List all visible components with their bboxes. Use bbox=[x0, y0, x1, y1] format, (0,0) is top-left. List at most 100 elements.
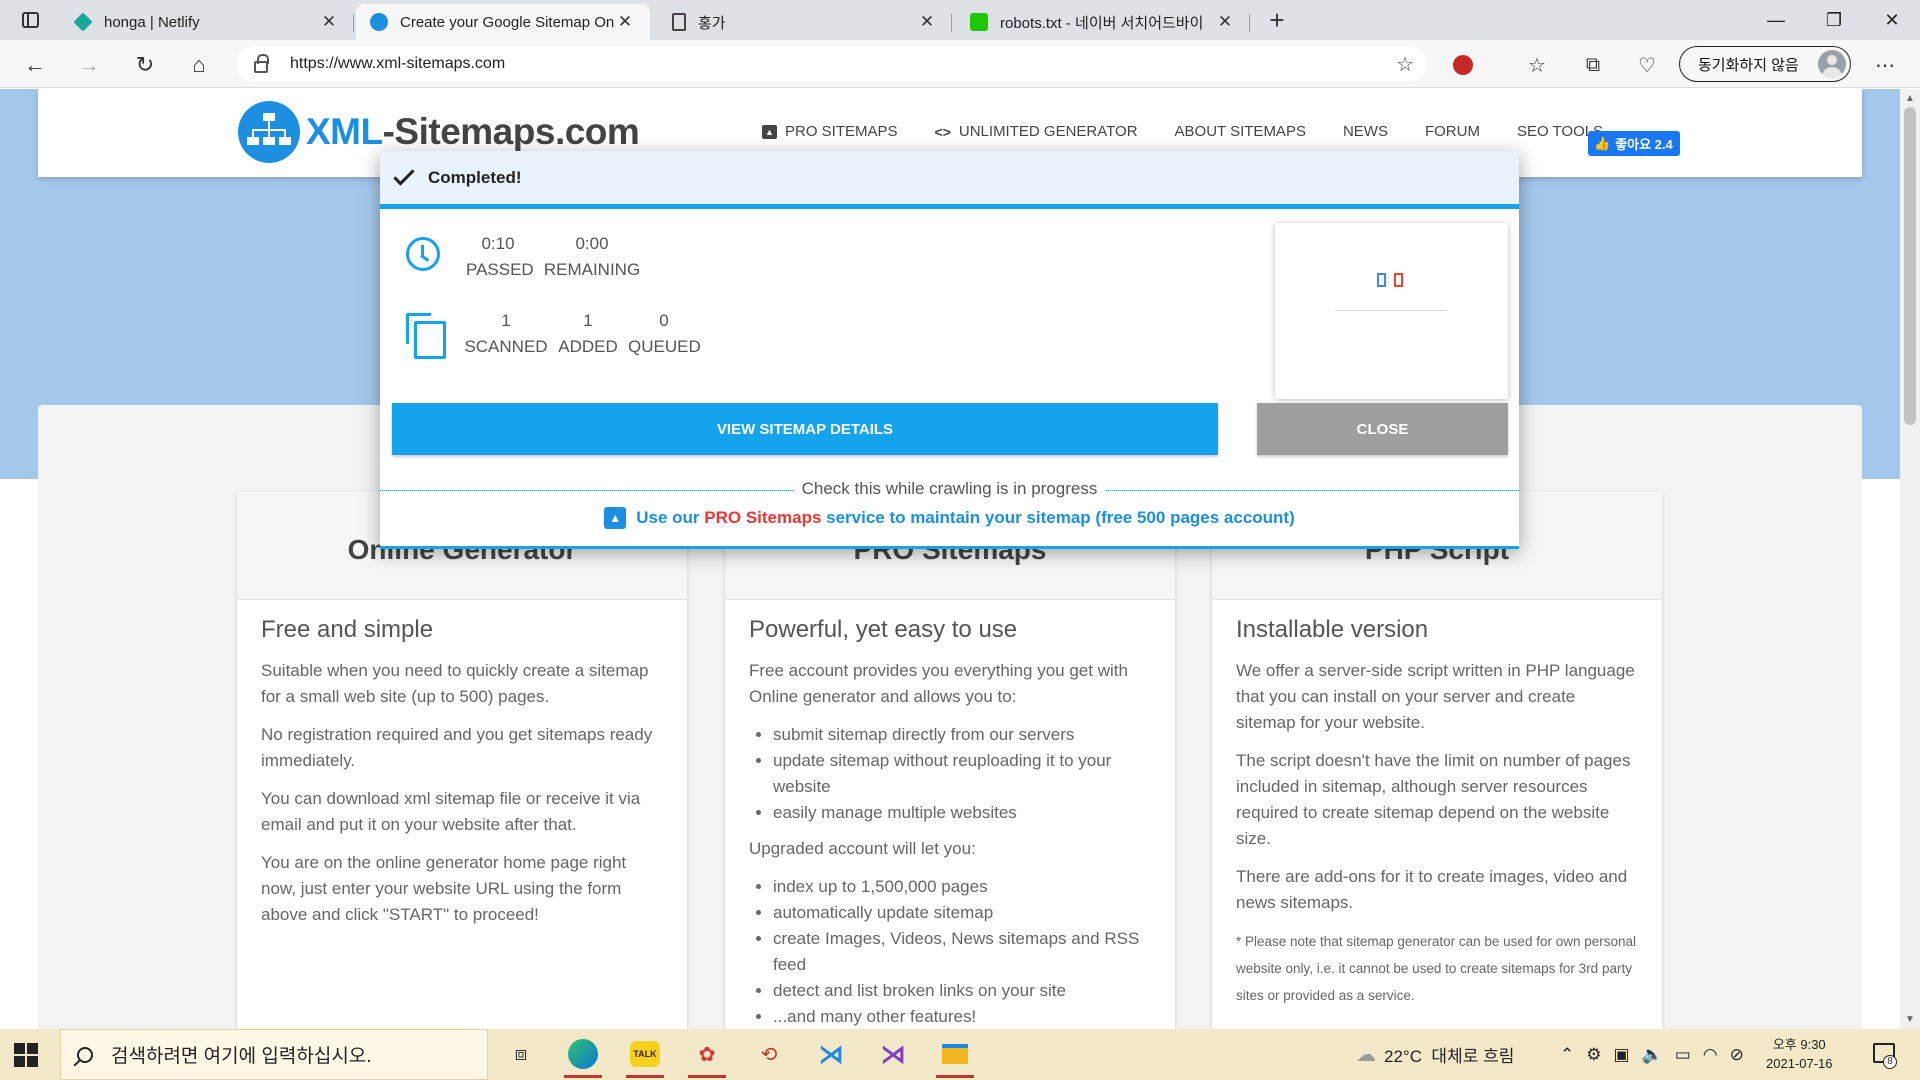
pro-sitemaps-promo-link[interactable]: ▲ Use our PRO Sitemaps service to mainta… bbox=[380, 507, 1519, 529]
list-item: update sitemap without reuploading it to… bbox=[773, 748, 1151, 800]
tab-title: honga | Netlify bbox=[104, 13, 200, 31]
maximize-button[interactable]: ❐ bbox=[1804, 0, 1864, 40]
page-scrollbar[interactable]: ▲ ▼ bbox=[1900, 89, 1920, 1029]
taskbar-clock[interactable]: 오후 9:30 2021-07-16 bbox=[1766, 1035, 1833, 1073]
forward-button[interactable]: → bbox=[72, 48, 106, 82]
tab-title: 홍가 bbox=[698, 14, 726, 32]
tab-xml-sitemaps[interactable]: Create your Google Sitemap Onl ✕ bbox=[356, 4, 650, 40]
list-item: create Images, Videos, News sitemaps and… bbox=[773, 926, 1151, 978]
list-item: submit sitemap directly from our servers bbox=[773, 722, 1151, 748]
wifi-icon[interactable]: ◠ bbox=[1703, 1045, 1718, 1065]
more-menu-icon[interactable]: ⋯ bbox=[1870, 50, 1900, 80]
edge-browser-icon[interactable] bbox=[564, 1035, 602, 1078]
card-paragraph: There are add-ons for it to create image… bbox=[1236, 867, 1628, 912]
list-item: detect and list broken links on your sit… bbox=[773, 978, 1151, 1004]
sync-app-icon[interactable]: ⟲ bbox=[750, 1035, 788, 1073]
scroll-down-icon[interactable]: ▼ bbox=[1905, 1014, 1915, 1025]
upload-icon: ▲ bbox=[762, 124, 777, 139]
profile-label: 동기화하지 않음 bbox=[1698, 56, 1799, 74]
start-button[interactable] bbox=[14, 1043, 38, 1067]
nav-pro-sitemaps[interactable]: ▲ PRO SITEMAPS bbox=[762, 123, 898, 140]
tab-actions-icon bbox=[21, 12, 39, 28]
card-paragraph: The script doesn't have the limit on num… bbox=[1236, 751, 1631, 848]
close-window-button[interactable]: ✕ bbox=[1862, 0, 1920, 40]
clock-icon bbox=[406, 237, 440, 271]
system-tray: ⌃ ⚙ ▣ 🔈 ▭ ◠ ⊘ bbox=[1560, 1029, 1744, 1080]
show-hidden-icons-icon[interactable]: ⌃ bbox=[1560, 1045, 1574, 1065]
visual-studio-icon[interactable]: ⋊ bbox=[874, 1035, 912, 1073]
card-pro-sitemaps: PRO Sitemaps Powerful, yet easy to use F… bbox=[725, 492, 1175, 1029]
crawl-note: Check this while crawling is in progress bbox=[380, 479, 1519, 499]
close-tab-icon[interactable]: ✕ bbox=[916, 12, 938, 32]
list-item: easily manage multiple websites bbox=[773, 800, 1151, 826]
vscode-icon[interactable]: ⋊ bbox=[812, 1035, 850, 1073]
close-tab-icon[interactable]: ✕ bbox=[614, 12, 636, 32]
nav-news[interactable]: NEWS bbox=[1343, 123, 1388, 140]
volume-icon[interactable]: 🔈 bbox=[1642, 1045, 1663, 1065]
url-bar[interactable]: https://www.xml-sitemaps.com ☆ bbox=[236, 46, 1426, 82]
windows-taskbar: 검색하려면 여기에 입력하십시오. ⧈ TALK ✿ ⟲ ⋊ ⋊ ☁ 22°C … bbox=[0, 1029, 1920, 1080]
tab-netlify[interactable]: honga | Netlify ✕ bbox=[60, 4, 354, 40]
xml-sitemaps-icon bbox=[370, 13, 388, 31]
stat-passed: 0:10 PASSED bbox=[466, 234, 534, 279]
tab-actions-button[interactable] bbox=[12, 8, 48, 32]
home-icon: ⌂ bbox=[192, 52, 206, 77]
card-paragraph: Suitable when you need to quickly create… bbox=[261, 661, 649, 706]
back-button[interactable]: ← bbox=[18, 48, 52, 82]
view-sitemap-details-button[interactable]: VIEW SITEMAP DETAILS bbox=[392, 403, 1218, 455]
network-share-icon[interactable]: ⚙ bbox=[1586, 1045, 1601, 1065]
tab-title: Create your Google Sitemap Onl bbox=[400, 13, 614, 31]
do-not-disturb-icon[interactable]: ⊘ bbox=[1730, 1045, 1744, 1065]
card-subtitle: Powerful, yet easy to use bbox=[749, 616, 1018, 643]
add-favorite-icon[interactable]: ☆ bbox=[1396, 52, 1414, 77]
scrollbar-thumb[interactable] bbox=[1904, 107, 1916, 425]
feature-list: submit sitemap directly from our servers… bbox=[773, 722, 1151, 826]
naver-icon bbox=[970, 13, 988, 31]
new-tab-button[interactable]: + bbox=[1262, 6, 1292, 36]
modal-title: Completed! bbox=[428, 167, 522, 187]
display-icon[interactable]: ▣ bbox=[1614, 1045, 1630, 1065]
browser-essentials-icon[interactable]: ♡ bbox=[1632, 50, 1662, 80]
list-item: automatically update sitemap bbox=[773, 900, 1151, 926]
nav-unlimited-generator[interactable]: <> UNLIMITED GENERATOR bbox=[935, 123, 1138, 140]
refresh-button[interactable]: ↻ bbox=[128, 48, 162, 82]
thumbs-up-icon: 👍 bbox=[1594, 135, 1611, 151]
card-paragraph: Upgraded account will let you: bbox=[749, 839, 976, 858]
file-explorer-icon[interactable] bbox=[936, 1035, 974, 1078]
paint-app-icon[interactable]: ✿ bbox=[688, 1035, 726, 1078]
collections-icon[interactable]: ⧉ bbox=[1578, 50, 1608, 80]
card-php-script: PHP Script Installable version We offer … bbox=[1212, 492, 1662, 1029]
close-tab-icon[interactable]: ✕ bbox=[1214, 12, 1236, 32]
task-view-icon[interactable]: ⧈ bbox=[502, 1035, 540, 1073]
close-tab-icon[interactable]: ✕ bbox=[318, 12, 340, 32]
weather-widget[interactable]: ☁ 22°C 대체로 흐림 bbox=[1356, 1029, 1514, 1080]
profile-button[interactable]: 동기화하지 않음 bbox=[1679, 46, 1851, 82]
nav-forum[interactable]: FORUM bbox=[1425, 123, 1480, 140]
card-paragraph: You can download xml sitemap file or rec… bbox=[261, 789, 641, 834]
battery-icon[interactable]: ▭ bbox=[1675, 1045, 1691, 1065]
search-icon bbox=[77, 1046, 93, 1063]
crawl-progress-modal: Completed! 0:10 PASSED 0:00 REMAINING 1 … bbox=[380, 151, 1519, 549]
list-item: ...and many other features! bbox=[773, 1004, 1151, 1029]
web-page: XML-Sitemaps.com ▲ PRO SITEMAPS <> UNLIMIT… bbox=[0, 89, 1900, 1029]
tab-robots[interactable]: robots.txt - 네이버 서치어드바이 ✕ bbox=[956, 4, 1250, 40]
tab-honga[interactable]: 홍가 ✕ bbox=[658, 4, 952, 40]
stat-queued: 0 QUEUED bbox=[628, 311, 701, 356]
home-button[interactable]: ⌂ bbox=[182, 48, 216, 82]
stat-remaining: 0:00 REMAINING bbox=[543, 234, 641, 279]
favorites-icon[interactable]: ☆ bbox=[1522, 50, 1552, 80]
back-arrow-icon: ← bbox=[24, 52, 46, 77]
close-modal-button[interactable]: CLOSE bbox=[1257, 403, 1508, 455]
cloudy-weather-icon: ☁ bbox=[1356, 1044, 1376, 1066]
facebook-like-button[interactable]: 👍 좋아요 2.4 bbox=[1588, 131, 1680, 156]
document-icon bbox=[672, 13, 686, 31]
stat-scanned: 1 SCANNED bbox=[464, 311, 548, 356]
taskbar-search[interactable]: 검색하려면 여기에 입력하십시오. bbox=[60, 1029, 488, 1080]
extension-icon[interactable] bbox=[1448, 50, 1478, 80]
minimize-button[interactable]: — bbox=[1746, 0, 1806, 40]
nav-about-sitemaps[interactable]: ABOUT SITEMAPS bbox=[1175, 123, 1306, 140]
kakaotalk-icon[interactable]: TALK bbox=[626, 1035, 664, 1078]
url-text[interactable]: https://www.xml-sitemaps.com bbox=[290, 55, 505, 73]
scroll-up-icon[interactable]: ▲ bbox=[1905, 93, 1915, 104]
card-note: * Please note that sitemap generator can… bbox=[1236, 934, 1637, 1003]
